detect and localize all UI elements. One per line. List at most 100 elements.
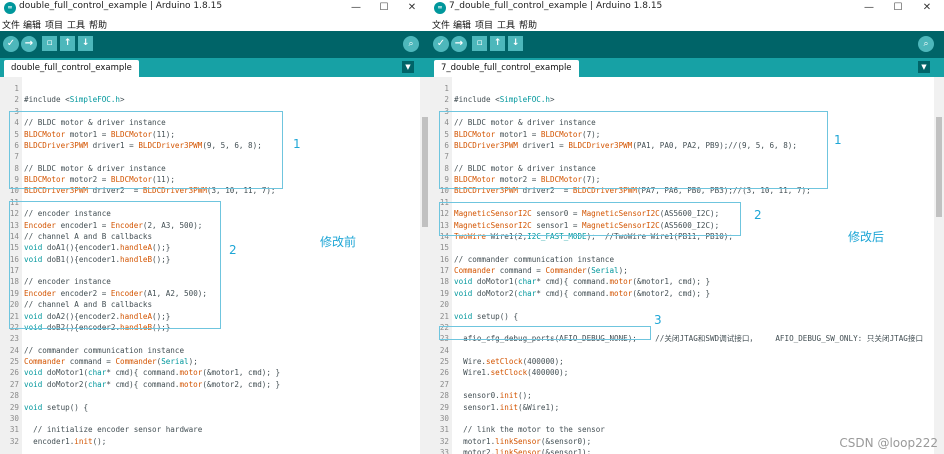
code-line: 30 xyxy=(430,413,932,424)
line-number: 27 xyxy=(439,379,449,389)
menu-tools[interactable]: 工具 xyxy=(497,18,515,31)
tab-bar: 7_double_full_control_example ▼ xyxy=(430,58,944,77)
new-file-icon: ▫ xyxy=(46,38,53,48)
code-line: 25 Commander command = Commander(Serial); xyxy=(0,356,418,367)
line-number: 24 xyxy=(9,345,19,355)
menu-edit[interactable]: 编辑 xyxy=(453,18,471,31)
check-icon: ✓ xyxy=(436,38,446,49)
code-text: // link the motor to the sensor xyxy=(463,425,605,435)
code-line: 27 void doMotor2(char* cmd){ command.moto… xyxy=(0,379,418,390)
code-text: // commander communication instance xyxy=(454,254,615,264)
menu-edit[interactable]: 编辑 xyxy=(23,18,41,31)
chevron-down-icon: ▼ xyxy=(405,63,411,71)
line-number: 30 xyxy=(439,413,449,423)
code-line: 1 xyxy=(430,83,932,94)
line-number: 29 xyxy=(9,402,19,412)
menu-file[interactable]: 文件 xyxy=(432,18,450,31)
arrow-right-icon: → xyxy=(454,38,464,49)
annotation-box-3 xyxy=(439,326,651,340)
code-editor[interactable]: 1 2 #include <SimpleFOC.h> 3 4// BLDC motor … xyxy=(430,77,944,454)
code-editor[interactable]: 1 2 #include <SimpleFOC.h> 3 4// BLDC motor … xyxy=(0,77,430,454)
line-number: 32 xyxy=(9,436,19,446)
annotation-box-2 xyxy=(439,202,741,236)
minimize-button[interactable]: — xyxy=(857,0,881,16)
upload-button[interactable]: → xyxy=(21,36,37,52)
code-text: motor2.linkSensor(&sensor1); xyxy=(454,448,592,454)
code-line: 17 Commander command = Commander(Serial); xyxy=(430,265,932,276)
menu-help[interactable]: 帮助 xyxy=(519,18,537,31)
new-button[interactable]: ▫ xyxy=(42,36,57,51)
scroll-thumb[interactable] xyxy=(422,117,428,227)
line-number: 31 xyxy=(9,425,19,435)
open-button[interactable]: ↑ xyxy=(60,36,75,51)
after-note: 修改后 xyxy=(848,230,885,244)
code-line: 21 void setup() { xyxy=(430,311,932,322)
code-line: 24 xyxy=(430,345,932,356)
verify-button[interactable]: ✓ xyxy=(3,36,19,52)
line-number: 25 xyxy=(9,357,19,366)
new-button[interactable]: ▫ xyxy=(472,36,487,51)
before-note: 修改前 xyxy=(320,235,357,249)
code-text: Commander command = Commander(Serial); xyxy=(24,357,198,366)
tab-menu-button[interactable]: ▼ xyxy=(402,61,414,73)
close-button[interactable]: ✕ xyxy=(400,0,424,16)
code-text: void doMotor1(char* cmd){ command.motor(… xyxy=(454,277,711,287)
line-number: 24 xyxy=(439,345,449,355)
code-line: 27 xyxy=(430,379,932,390)
minimize-button[interactable]: — xyxy=(344,0,368,16)
code-text: // initialize encoder sensor hardware xyxy=(33,425,203,435)
annotation-label-1: 1 xyxy=(293,137,301,151)
close-button[interactable]: ✕ xyxy=(915,0,939,16)
code-text: sensor0.init(); xyxy=(454,391,532,401)
save-button[interactable]: ↓ xyxy=(508,36,523,51)
open-button[interactable]: ↑ xyxy=(490,36,505,51)
line-number: 28 xyxy=(439,391,449,401)
code-line: 29 sensor1.init(&Wire1); xyxy=(430,402,932,413)
code-line: 31 // link the motor to the sensor xyxy=(430,424,932,435)
code-line: 25 Wire.setClock(400000); xyxy=(430,356,932,367)
line-number: 29 xyxy=(439,402,449,412)
menu-bar: 文件 编辑 项目 工具 帮助 xyxy=(0,16,430,31)
code-text: void setup() { xyxy=(24,402,89,412)
code-text: void doMotor2(char* cmd){ command.motor(… xyxy=(24,379,281,389)
verify-button[interactable]: ✓ xyxy=(433,36,449,52)
line-number: 1 xyxy=(14,84,19,93)
annotation-box-1 xyxy=(439,111,828,189)
serial-monitor-button[interactable]: ⌕ xyxy=(918,36,934,52)
tab-sketch[interactable]: double_full_control_example xyxy=(4,60,139,77)
line-number: 30 xyxy=(9,413,19,423)
code-line: 31 // initialize encoder sensor hardware xyxy=(0,424,418,435)
code-text: Wire.setClock(400000); xyxy=(454,357,564,366)
annotation-label-3: 3 xyxy=(654,313,662,327)
code-line: 30 xyxy=(0,413,418,424)
arrow-up-icon: ↑ xyxy=(63,38,72,48)
toolbar: ✓ → ▫ ↑ ↓ ⌕ xyxy=(430,31,944,58)
line-number: 32 xyxy=(439,436,449,446)
menu-tools[interactable]: 工具 xyxy=(67,18,85,31)
menu-file[interactable]: 文件 xyxy=(2,18,20,31)
upload-button[interactable]: → xyxy=(451,36,467,52)
line-number: 19 xyxy=(439,288,449,298)
magnifier-icon: ⌕ xyxy=(408,39,414,49)
menu-sketch[interactable]: 项目 xyxy=(475,18,493,31)
code-line: 20 xyxy=(430,299,932,310)
save-button[interactable]: ↓ xyxy=(78,36,93,51)
window-title: double_full_control_example | Arduino 1.… xyxy=(19,1,223,11)
line-number: 27 xyxy=(9,379,19,389)
line-number: 2 xyxy=(444,95,449,105)
maximize-button[interactable]: ☐ xyxy=(372,0,396,16)
check-icon: ✓ xyxy=(6,38,16,49)
vertical-scrollbar[interactable] xyxy=(420,77,430,454)
tab-menu-button[interactable]: ▼ xyxy=(918,61,930,73)
menu-sketch[interactable]: 项目 xyxy=(45,18,63,31)
scroll-thumb[interactable] xyxy=(936,117,942,217)
line-number: 28 xyxy=(9,391,19,401)
serial-monitor-button[interactable]: ⌕ xyxy=(403,36,419,52)
tab-sketch[interactable]: 7_double_full_control_example xyxy=(434,60,579,77)
vertical-scrollbar[interactable] xyxy=(934,77,944,454)
window-title: 7_double_full_control_example | Arduino … xyxy=(449,1,663,11)
maximize-button[interactable]: ☐ xyxy=(886,0,910,16)
annotation-box-1 xyxy=(9,111,283,189)
code-line: 28 sensor0.init(); xyxy=(430,390,932,401)
menu-help[interactable]: 帮助 xyxy=(89,18,107,31)
